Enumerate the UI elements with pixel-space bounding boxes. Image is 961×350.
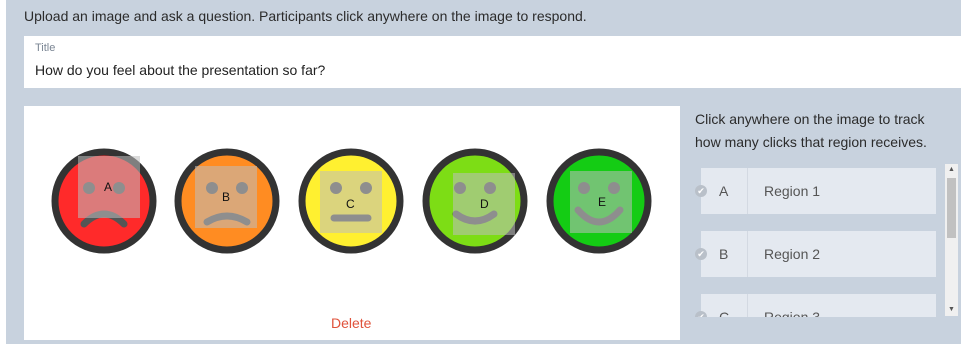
region-divider — [747, 294, 748, 317]
title-field[interactable]: Title How do you feel about the presenta… — [24, 36, 961, 88]
check-icon: ✔ — [695, 311, 707, 317]
title-input[interactable]: How do you feel about the presentation s… — [35, 62, 325, 78]
region-overlay-c-label: C — [346, 197, 355, 211]
region-letter: B — [719, 246, 729, 262]
region-overlay-d-label: D — [480, 197, 489, 211]
image-canvas[interactable]: A B C D E Delete — [24, 106, 680, 340]
region-overlay-b[interactable]: B — [195, 166, 257, 228]
check-icon: ✔ — [695, 248, 707, 260]
region-name-input[interactable]: Region 2 — [764, 246, 820, 262]
region-list: ✔ A Region 1 ✔ B Region 2 ✔ C Region 3 — [695, 168, 938, 317]
regions-help-text: Click anywhere on the image to track how… — [695, 111, 927, 150]
region-row-a[interactable]: ✔ A Region 1 — [695, 168, 936, 214]
region-overlay-a-label: A — [104, 180, 113, 194]
scroll-up-icon[interactable]: ▲ — [945, 164, 958, 176]
region-divider — [747, 231, 748, 277]
region-name-input[interactable]: Region 1 — [764, 183, 820, 199]
region-overlay-e[interactable]: E — [570, 171, 632, 233]
region-divider — [747, 168, 748, 214]
region-row-c[interactable]: ✔ C Region 3 — [695, 294, 936, 317]
region-name-input[interactable]: Region 3 — [764, 309, 820, 317]
region-overlay-b-label: B — [222, 190, 231, 204]
scroll-thumb[interactable] — [947, 178, 956, 238]
region-overlay-d[interactable]: D — [453, 173, 515, 235]
region-letter: C — [719, 309, 730, 317]
region-letter: A — [719, 183, 729, 199]
region-list-scrollbar[interactable]: ▲ ▼ — [945, 164, 958, 316]
title-label: Title — [35, 42, 56, 54]
scroll-down-icon[interactable]: ▼ — [945, 304, 958, 316]
check-icon: ✔ — [695, 185, 707, 197]
region-overlay-c[interactable]: C — [320, 171, 382, 233]
delete-image-link[interactable]: Delete — [331, 315, 371, 331]
region-overlay-a[interactable]: A — [78, 156, 140, 218]
region-row-b[interactable]: ✔ B Region 2 — [695, 231, 936, 277]
instructions-text: Upload an image and ask a question. Part… — [24, 8, 587, 24]
region-overlay-e-label: E — [598, 195, 607, 209]
